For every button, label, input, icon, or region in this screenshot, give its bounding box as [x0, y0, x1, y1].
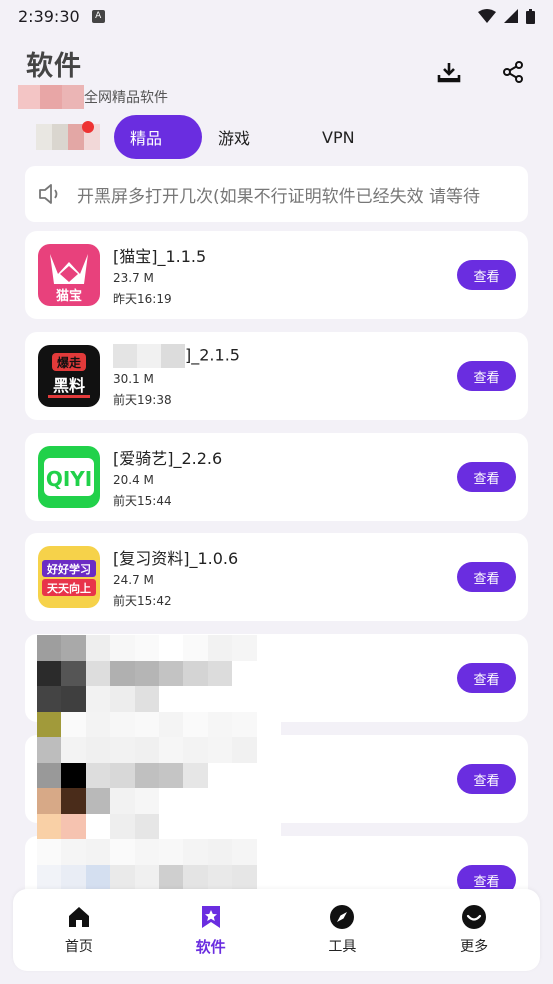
app-icon-label: QIYI — [46, 467, 92, 491]
download-icon — [437, 63, 461, 83]
battery-icon — [526, 8, 535, 24]
app-icon-label: 天天向上 — [47, 581, 91, 595]
app-icon-study: 好好学习 天天向上 — [38, 546, 100, 608]
nav-label: 软件 — [195, 937, 226, 956]
page-header: 软件 全网精品软件 — [18, 44, 168, 109]
view-button[interactable]: 查看 — [457, 663, 516, 693]
top-actions — [435, 58, 527, 86]
notification-icon: A — [91, 9, 105, 23]
notice-bar[interactable]: 开黑屏多打开几次(如果不行证明软件已经失效 请等待 — [25, 166, 528, 222]
app-icon-label: 爆走 — [57, 355, 81, 370]
nav-tools[interactable]: 工具 — [302, 904, 382, 956]
app-updated-time: 前天19:38 — [113, 393, 172, 407]
app-size: 24.7 M — [113, 573, 154, 587]
app-updated-time: 前天15:42 — [113, 594, 172, 608]
star-bookmark-icon — [201, 905, 220, 928]
app-card[interactable]: 好好学习 天天向上 [复习资料]_1.0.6 24.7 M 前天15:42 查看 — [25, 533, 528, 621]
notice-text: 开黑屏多打开几次(如果不行证明软件已经失效 请等待 — [77, 186, 481, 207]
nav-home[interactable]: 首页 — [39, 904, 119, 956]
app-card[interactable]: 爆走 黑料 ]_2.1.5 30.1 M 前天19:38 查看 — [25, 332, 528, 420]
home-icon — [68, 907, 89, 927]
signal-icon — [504, 9, 518, 23]
censored-region — [113, 344, 185, 368]
share-button[interactable] — [499, 58, 527, 86]
app-icon-maobao: 猫宝 — [38, 244, 100, 306]
nav-label: 首页 — [64, 939, 93, 955]
compass-icon — [330, 905, 355, 929]
app-icon-iqiyi: QIYI — [38, 446, 100, 508]
app-name-row: ]_2.1.5 — [113, 344, 240, 368]
app-icon-label: 好好学习 — [46, 562, 91, 576]
download-button[interactable] — [435, 58, 463, 86]
app-updated-time: 昨天16:19 — [113, 292, 172, 306]
nav-label: 工具 — [328, 939, 357, 955]
red-badge — [82, 121, 94, 133]
tab-vpn[interactable]: VPN — [306, 115, 371, 159]
app-name: [猫宝]_1.1.5 — [113, 247, 207, 266]
nav-more[interactable]: 更多 — [434, 904, 514, 956]
app-name: [复习资料]_1.0.6 — [113, 549, 239, 568]
view-button[interactable]: 查看 — [457, 562, 516, 592]
app-size: 30.1 M — [113, 372, 154, 386]
app-name: [爱骑艺]_2.2.6 — [113, 449, 223, 468]
app-card[interactable]: 猫宝 [猫宝]_1.1.5 23.7 M 昨天16:19 查看 — [25, 231, 528, 319]
censored-region — [37, 635, 281, 890]
tab-games[interactable]: 游戏 — [202, 115, 266, 159]
view-button[interactable]: 查看 — [457, 764, 516, 794]
app-size: 23.7 M — [113, 271, 154, 285]
app-card[interactable]: QIYI [爱骑艺]_2.2.6 20.4 M 前天15:44 查看 — [25, 433, 528, 521]
bottom-navigation: 首页 软件 工具 更多 — [13, 889, 540, 971]
page-title: 软件 — [26, 51, 82, 82]
status-bar: 2:39:30 A — [0, 0, 553, 32]
nav-software[interactable]: 软件 — [171, 904, 251, 957]
category-tabs: 精品 游戏 VPN — [36, 114, 371, 160]
speaker-icon — [39, 184, 58, 204]
app-size: 20.4 M — [113, 473, 154, 487]
app-name: ]_2.1.5 — [185, 345, 240, 365]
app-updated-time: 前天15:44 — [113, 494, 172, 508]
view-button[interactable]: 查看 — [457, 361, 516, 391]
wifi-icon — [478, 9, 496, 23]
censored-avatar[interactable] — [36, 121, 100, 150]
page-subtitle: 全网精品软件 — [84, 90, 168, 106]
censored-region — [18, 85, 84, 109]
app-icon-label: 猫宝 — [56, 288, 82, 304]
share-icon — [503, 61, 523, 83]
view-button[interactable]: 查看 — [457, 462, 516, 492]
view-button[interactable]: 查看 — [457, 260, 516, 290]
nav-label: 更多 — [460, 939, 489, 955]
status-time: 2:39:30 — [18, 6, 80, 26]
smile-icon — [462, 905, 487, 929]
app-icon-baozou: 爆走 黑料 — [38, 345, 100, 407]
app-icon-label: 黑料 — [53, 376, 85, 395]
tab-featured[interactable]: 精品 — [114, 115, 202, 159]
